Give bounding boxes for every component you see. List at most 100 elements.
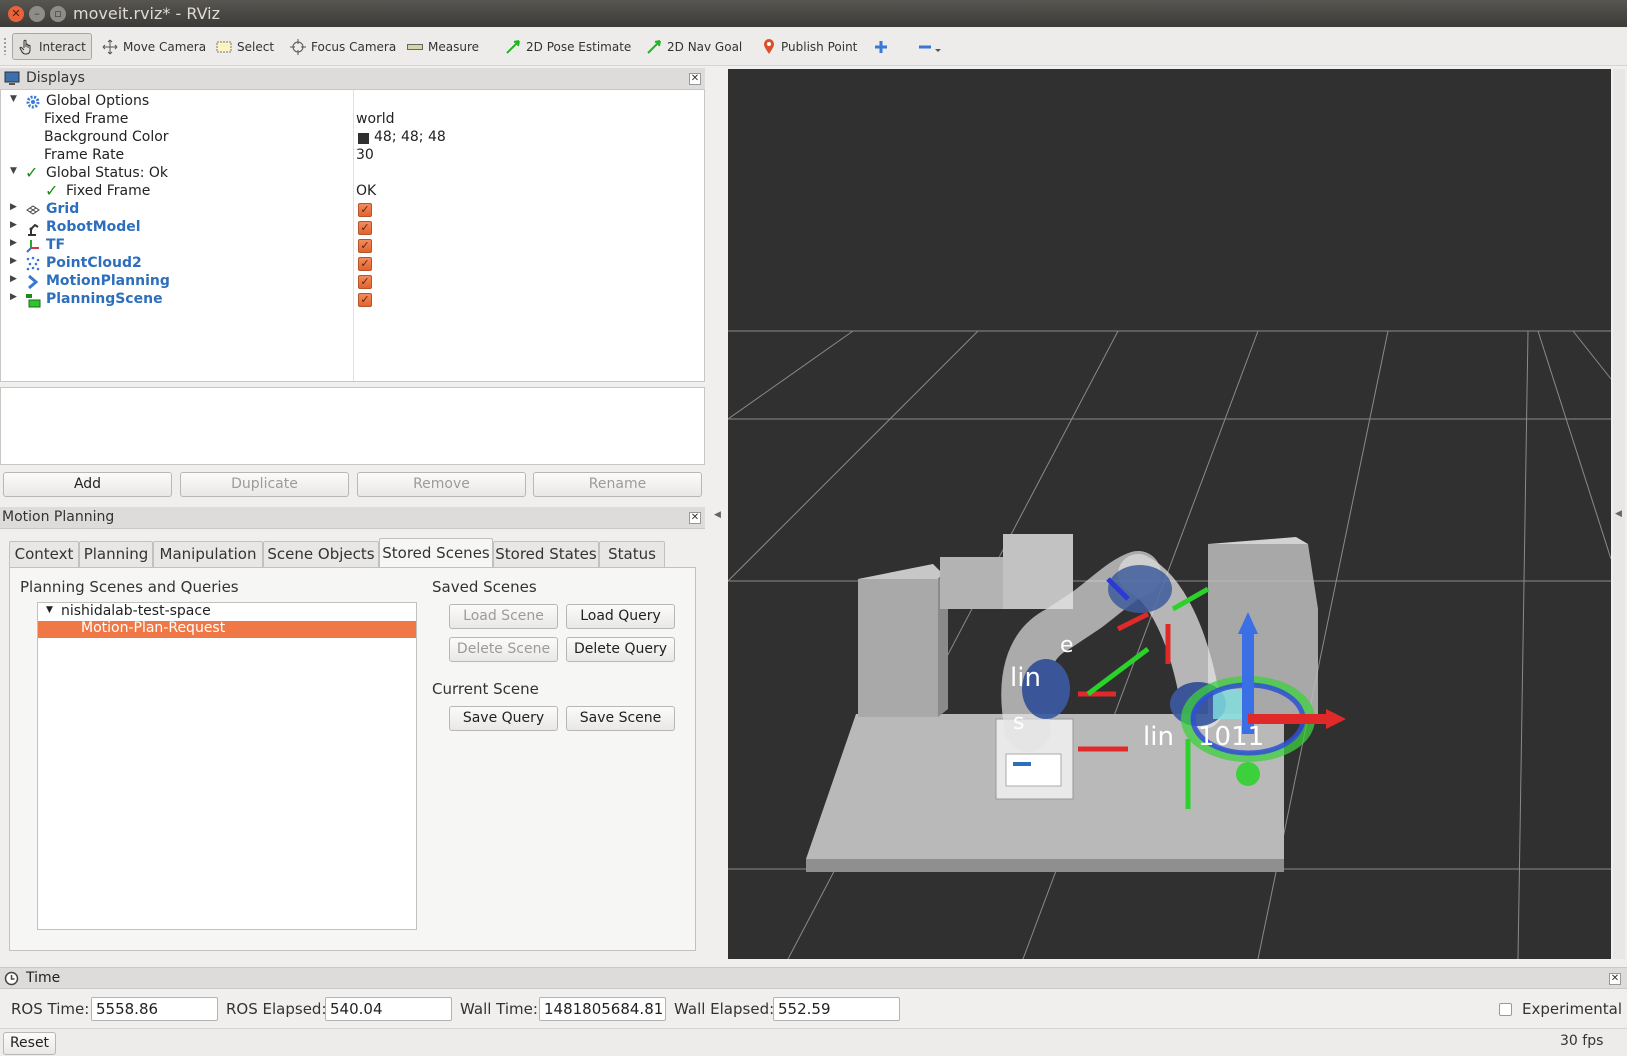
time-panel-close-icon[interactable]: ✕ (1609, 973, 1621, 985)
collapsed-arrow-icon[interactable]: ▶ (10, 202, 17, 212)
tab-manipulation[interactable]: Manipulation (153, 541, 263, 567)
collapsed-arrow-icon[interactable]: ▶ (10, 256, 17, 266)
add-tool-button[interactable] (869, 33, 893, 60)
tree-row-robot-model[interactable]: ▶ RobotModel ✓ (1, 219, 701, 237)
enabled-checkbox[interactable]: ✓ (358, 203, 372, 217)
toolbar-grip[interactable] (3, 37, 7, 55)
load-query-button[interactable]: Load Query (566, 604, 675, 629)
map-pin-icon (764, 38, 774, 54)
save-scene-button[interactable]: Save Scene (566, 706, 675, 731)
pose-estimate-tool[interactable]: 2D Pose Estimate (500, 33, 636, 60)
splitter-handle-icon[interactable]: ◀ (714, 510, 721, 520)
add-display-button[interactable]: Add (3, 472, 172, 497)
expanded-arrow-icon[interactable]: ▼ (10, 166, 17, 176)
enabled-checkbox[interactable]: ✓ (358, 239, 372, 253)
move-camera-tool[interactable]: Move Camera (97, 33, 211, 60)
tree-row-grid[interactable]: ▶ Grid ✓ (1, 201, 701, 219)
select-tool[interactable]: Select (211, 33, 279, 60)
remove-display-button[interactable]: Remove (357, 472, 526, 497)
gear-icon (26, 95, 40, 109)
displays-tree[interactable]: ▼ Global Options Fixed Frame world Backg… (0, 89, 705, 382)
window-title: moveit.rviz* - RViz (73, 4, 221, 23)
color-swatch[interactable] (358, 133, 369, 144)
tree-row-fixed-frame-status[interactable]: ✓ Fixed Frame OK (1, 181, 701, 201)
expanded-arrow-icon[interactable]: ▼ (46, 605, 53, 615)
collapse-right-panel-icon[interactable]: ◀ (1615, 509, 1622, 519)
window-minimize-button[interactable]: – (29, 6, 45, 22)
tree-row-value: OK (356, 183, 377, 199)
tab-status[interactable]: Status (599, 541, 665, 567)
tree-row-motion-planning[interactable]: ▶ MotionPlanning ✓ (1, 273, 701, 291)
enabled-checkbox[interactable]: ✓ (358, 275, 372, 289)
tab-stored-scenes[interactable]: Stored Scenes (379, 538, 493, 567)
fps-display: 30 fps (1560, 1033, 1604, 1049)
load-scene-button[interactable]: Load Scene (449, 604, 558, 629)
tree-row-tf[interactable]: ▶ TF ✓ (1, 237, 701, 255)
rename-display-button[interactable]: Rename (533, 472, 702, 497)
tree-row-label: PlanningScene (46, 291, 163, 307)
time-panel-title: Time (26, 970, 61, 986)
move-camera-tool-label: Move Camera (123, 39, 207, 54)
wall-elapsed-field[interactable]: 552.59 (773, 997, 900, 1021)
collapsed-arrow-icon[interactable]: ▶ (10, 238, 17, 248)
enabled-checkbox[interactable]: ✓ (358, 293, 372, 307)
checkmark-icon: ✓ (45, 181, 59, 200)
pose-estimate-tool-label: 2D Pose Estimate (526, 39, 632, 54)
delete-query-button[interactable]: Delete Query (566, 637, 675, 662)
point-cloud-icon (26, 256, 40, 271)
save-query-button[interactable]: Save Query (449, 706, 558, 731)
tree-row-value[interactable]: 48; 48; 48 (374, 129, 446, 145)
delete-scene-button[interactable]: Delete Scene (449, 637, 558, 662)
display-description-box (0, 387, 705, 465)
reset-button[interactable]: Reset (3, 1032, 56, 1055)
tree-row-fixed-frame[interactable]: Fixed Frame world (1, 111, 701, 129)
scene-query-tree[interactable]: ▼ nishidalab-test-space Motion-Plan-Requ… (37, 602, 417, 930)
ros-elapsed-field[interactable]: 540.04 (325, 997, 452, 1021)
remove-tool-button[interactable] (913, 33, 949, 60)
experimental-checkbox[interactable] (1499, 1003, 1512, 1016)
tree-row-value[interactable]: world (356, 111, 395, 127)
3d-scene[interactable]: lin lin e s 1011 (728, 69, 1611, 959)
window-close-button[interactable]: ✕ (8, 6, 24, 22)
publish-point-tool-label: Publish Point (781, 39, 858, 54)
tree-row-background-color[interactable]: Background Color 48; 48; 48 (1, 129, 701, 147)
scene-tree-root[interactable]: ▼ nishidalab-test-space (38, 603, 416, 621)
interact-tool-label: Interact (39, 39, 86, 54)
planning-scene-icon (26, 294, 41, 308)
focus-camera-tool[interactable]: Focus Camera (285, 33, 401, 60)
duplicate-display-button[interactable]: Duplicate (180, 472, 349, 497)
measure-tool[interactable]: Measure (402, 33, 484, 60)
expanded-arrow-icon[interactable]: ▼ (10, 94, 17, 104)
collapsed-arrow-icon[interactable]: ▶ (10, 274, 17, 284)
nav-goal-tool[interactable]: 2D Nav Goal (641, 33, 747, 60)
tree-row-frame-rate[interactable]: Frame Rate 30 (1, 147, 701, 165)
motion-planning-close-icon[interactable]: ✕ (689, 512, 701, 524)
tab-context[interactable]: Context (9, 541, 79, 567)
tree-row-value[interactable]: 30 (356, 147, 374, 163)
enabled-checkbox[interactable]: ✓ (358, 221, 372, 235)
interact-tool[interactable]: Interact (12, 33, 92, 60)
tree-row-planning-scene[interactable]: ▶ PlanningScene ✓ (1, 291, 701, 309)
ros-elapsed-label: ROS Elapsed: (226, 1000, 327, 1018)
tree-row-global-status[interactable]: ▼ ✓ Global Status: Ok (1, 163, 701, 183)
tree-row-global-options[interactable]: ▼ Global Options (1, 93, 701, 111)
displays-panel-close-icon[interactable]: ✕ (689, 73, 701, 85)
ros-time-label: ROS Time: (11, 1000, 90, 1018)
publish-point-tool[interactable]: Publish Point (757, 33, 862, 60)
enabled-checkbox[interactable]: ✓ (358, 257, 372, 271)
viewport-scrollbar[interactable]: ◀ (1613, 69, 1625, 959)
tab-stored-states[interactable]: Stored States (493, 541, 599, 567)
tab-scene-objects[interactable]: Scene Objects (263, 541, 379, 567)
collapsed-arrow-icon[interactable]: ▶ (10, 220, 17, 230)
collapsed-arrow-icon[interactable]: ▶ (10, 292, 17, 302)
focus-camera-tool-label: Focus Camera (311, 39, 397, 54)
3d-viewport[interactable]: lin lin e s 1011 (728, 69, 1611, 959)
ros-time-field[interactable]: 5558.86 (91, 997, 218, 1021)
wall-time-field[interactable]: 1481805684.81 (539, 997, 666, 1021)
wall-elapsed-label: Wall Elapsed: (674, 1000, 775, 1018)
tree-row-label: PointCloud2 (46, 255, 142, 271)
window-maximize-button[interactable]: ▫ (50, 6, 66, 22)
scene-tree-query[interactable]: Motion-Plan-Request (38, 620, 416, 638)
tree-row-pointcloud2[interactable]: ▶ PointCloud2 ✓ (1, 255, 701, 273)
tab-planning[interactable]: Planning (79, 541, 153, 567)
